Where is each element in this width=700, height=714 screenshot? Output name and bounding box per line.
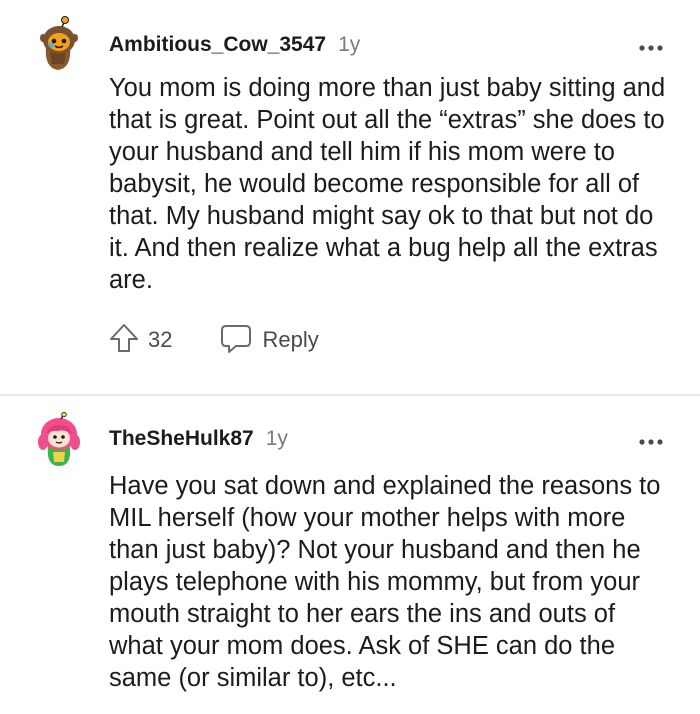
comment-1: Ambitious_Cow_3547 1y You mom is doing m…	[0, 0, 700, 394]
upvote-arrow-icon	[108, 322, 140, 359]
comment-2: TheSheHulk87 1y Have you sat down and ex…	[0, 396, 700, 714]
upvote-count: 32	[148, 327, 173, 352]
reply-button[interactable]: Reply	[220, 322, 319, 359]
comment-age: 1y	[338, 33, 361, 56]
comment-body: You mom is doing more than just baby sit…	[109, 74, 666, 294]
comment-meta: TheSheHulk87 1y	[109, 427, 288, 457]
username[interactable]: TheSheHulk87	[109, 427, 254, 451]
comment-meta: Ambitious_Cow_3547 1y	[109, 33, 360, 63]
comment-actions: 32 Reply	[108, 322, 319, 358]
user-avatar-icon[interactable]	[34, 411, 84, 468]
speech-bubble-icon	[220, 322, 252, 359]
reply-label: Reply	[262, 327, 319, 352]
username[interactable]: Ambitious_Cow_3547	[109, 33, 326, 57]
more-options-icon[interactable]	[636, 38, 666, 58]
comment-body: Have you sat down and explained the reas…	[109, 472, 661, 692]
comment-age: 1y	[265, 427, 288, 450]
more-options-icon[interactable]	[636, 432, 666, 452]
upvote-button[interactable]: 32	[108, 322, 172, 359]
user-avatar-icon[interactable]	[34, 16, 84, 72]
